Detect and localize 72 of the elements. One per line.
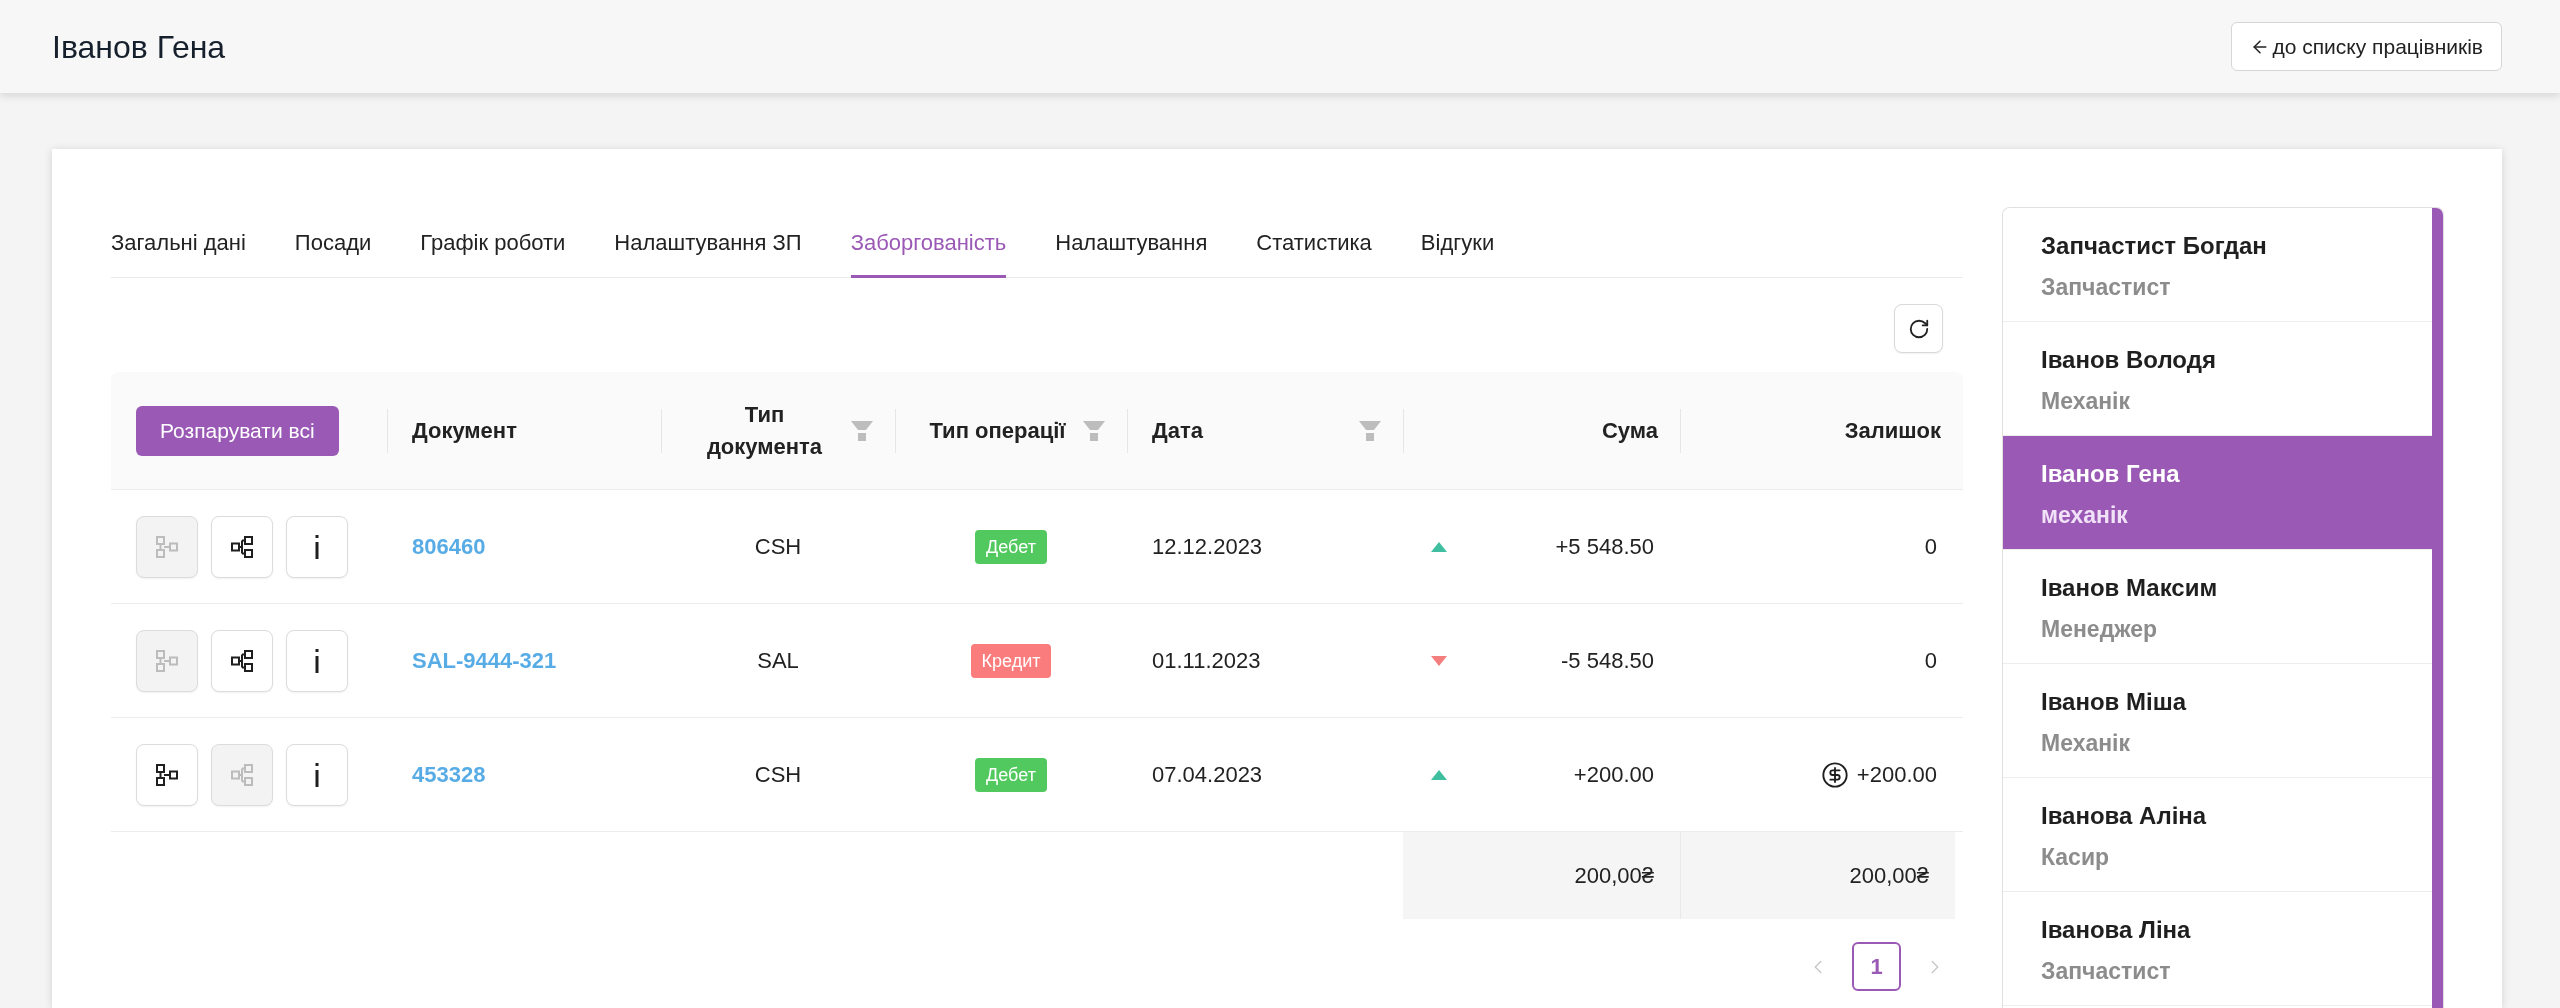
employee-name: Іванов Володя xyxy=(2041,345,2217,375)
pair-button[interactable] xyxy=(211,515,273,578)
node-diagram-icon xyxy=(230,648,254,673)
back-button[interactable]: до списку працівників xyxy=(2231,22,2502,71)
column-header: Тип документа xyxy=(705,400,824,461)
document-type: CSH xyxy=(754,761,802,789)
info-icon xyxy=(314,534,320,559)
info-icon xyxy=(314,762,320,787)
scrollbar-thumb[interactable] xyxy=(2432,208,2443,1008)
column-header: Документ xyxy=(412,416,517,445)
tab[interactable]: Посади xyxy=(294,229,372,278)
document-type: SAL xyxy=(757,647,799,675)
page-title: Іванов Гена xyxy=(52,27,226,67)
node-diagram-icon xyxy=(155,762,179,787)
total-amount: 200,00₴ xyxy=(1403,832,1680,919)
operation-tag: Дебет xyxy=(975,757,1047,792)
employee-name: Іванова Ліна xyxy=(2041,915,2192,945)
employee-role: Касир xyxy=(2041,843,2111,872)
employee-role: Запчастист xyxy=(2041,957,2172,986)
tab[interactable]: Загальні дані xyxy=(111,229,246,278)
operation-tag: Кредит xyxy=(970,643,1052,678)
refresh-icon xyxy=(1907,317,1930,340)
column-header: Тип операції xyxy=(929,416,1066,445)
node-diagram-icon xyxy=(230,762,254,787)
tab[interactable]: Налаштування xyxy=(1055,229,1208,278)
page-button[interactable]: 1 xyxy=(1852,942,1901,991)
column-header: Дата xyxy=(1152,416,1203,445)
filter-icon[interactable] xyxy=(851,420,873,441)
employee-role: Менеджер xyxy=(2041,615,2159,644)
tab[interactable]: Налаштування ЗП xyxy=(614,229,802,278)
balance: 0 xyxy=(1924,647,1937,675)
employee-name: Іванова Аліна xyxy=(2041,801,2208,831)
info-icon xyxy=(314,648,320,673)
employee-name: Запчастист Богдан xyxy=(2041,231,2268,261)
document-type: CSH xyxy=(754,533,802,561)
unpair-button[interactable] xyxy=(136,743,198,806)
tab[interactable]: Заборгованість xyxy=(850,229,1007,278)
total-balance: 200,00₴ xyxy=(1680,832,1955,919)
employee-list-item[interactable]: Іванов Гена механік xyxy=(2003,436,2432,550)
operation-tag: Дебет xyxy=(975,529,1047,564)
column-header: Залишок xyxy=(1844,416,1941,445)
employee-list-item[interactable]: Запчастист Богдан Запчастист xyxy=(2003,208,2432,322)
amount: -5 548.50 xyxy=(1561,647,1654,675)
employee-role: Запчастист xyxy=(2041,273,2172,302)
refresh-button[interactable] xyxy=(1894,304,1943,353)
employee-role: механік xyxy=(2041,501,2129,530)
filter-icon[interactable] xyxy=(1083,420,1105,441)
employee-role: Механік xyxy=(2041,387,2132,416)
info-button[interactable] xyxy=(286,743,348,806)
date: 12.12.2023 xyxy=(1152,534,1263,559)
unpair-all-button[interactable]: Розпарувати всі xyxy=(136,405,339,456)
tab[interactable]: Графік роботи xyxy=(420,229,566,278)
balance: 0 xyxy=(1924,533,1937,561)
tab[interactable]: Відгуки xyxy=(1420,229,1495,278)
node-diagram-icon xyxy=(155,534,179,559)
column-header: Сума xyxy=(1601,416,1658,445)
employee-name: Іванов Міша xyxy=(2041,687,2188,717)
info-button[interactable] xyxy=(286,629,348,692)
amount: +5 548.50 xyxy=(1555,533,1654,561)
node-diagram-icon xyxy=(230,534,254,559)
filter-icon[interactable] xyxy=(1359,420,1381,441)
employee-role: Механік xyxy=(2041,729,2132,758)
pair-button[interactable] xyxy=(211,629,273,692)
employee-name: Іванов Максим xyxy=(2041,573,2219,603)
node-diagram-icon xyxy=(155,648,179,673)
info-button[interactable] xyxy=(286,515,348,578)
balance: +200.00 xyxy=(1856,761,1937,789)
employee-name: Іванов Гена xyxy=(2041,459,2181,489)
date: 01.11.2023 xyxy=(1152,648,1261,673)
amount: +200.00 xyxy=(1573,761,1654,789)
date: 07.04.2023 xyxy=(1152,762,1263,787)
tab[interactable]: Статистика xyxy=(1256,229,1372,278)
